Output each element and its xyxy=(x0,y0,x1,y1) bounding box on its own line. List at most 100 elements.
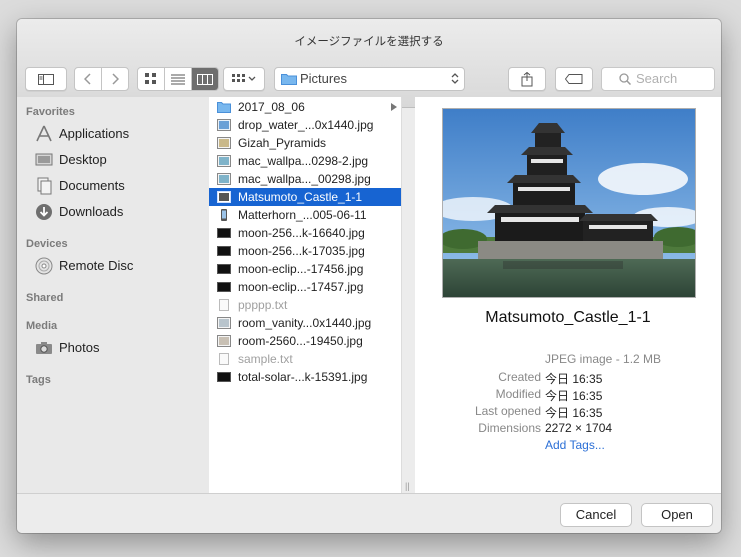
icon-view-icon xyxy=(145,73,156,84)
meta-last-opened: Last opened 今日 16:35 xyxy=(415,404,721,420)
list-item[interactable]: moon-256...k-17035.jpg xyxy=(209,242,401,260)
desktop-icon xyxy=(35,153,53,166)
list-view-button[interactable] xyxy=(165,68,192,90)
list-item[interactable]: 2017_08_06 xyxy=(209,98,401,116)
forward-icon xyxy=(112,73,119,85)
sidebar-item-label: Desktop xyxy=(59,152,107,167)
image-file-icon xyxy=(217,173,231,185)
sidebar-item-documents[interactable]: Documents xyxy=(17,175,209,197)
kind-value: JPEG image - 1.2 MB xyxy=(545,352,662,366)
file-name: moon-eclip...-17456.jpg xyxy=(238,262,364,276)
file-name: Matsumoto_Castle_1-1 xyxy=(238,190,363,204)
cancel-button[interactable]: Cancel xyxy=(560,503,632,527)
sidebar-item-downloads[interactable]: Downloads xyxy=(17,201,209,223)
list-item[interactable]: drop_water_...0x1440.jpg xyxy=(209,116,401,134)
search-icon xyxy=(619,73,631,85)
sidebar-item-label: Remote Disc xyxy=(59,258,134,273)
updown-chevron-icon xyxy=(451,73,459,84)
file-name: 2017_08_06 xyxy=(238,100,305,114)
window-title: イメージファイルを選択する xyxy=(294,36,444,48)
open-file-dialog: イメージファイルを選択する Pictures Search Favorites … xyxy=(17,19,721,533)
add-tags-link[interactable]: Add Tags... xyxy=(545,438,605,452)
camera-icon xyxy=(36,342,52,354)
list-item-selected[interactable]: Matsumoto_Castle_1-1 xyxy=(209,188,401,206)
list-item[interactable]: moon-eclip...-17456.jpg xyxy=(209,260,401,278)
image-file-icon xyxy=(217,191,231,203)
sidebar-item-label: Downloads xyxy=(59,204,124,219)
open-button[interactable]: Open xyxy=(641,503,713,527)
phone-file-icon xyxy=(221,209,227,221)
list-item[interactable]: moon-256...k-16640.jpg xyxy=(209,224,401,242)
list-item[interactable]: Gizah_Pyramids xyxy=(209,134,401,152)
column-view-button[interactable] xyxy=(192,68,218,90)
last-opened-label: Last opened xyxy=(474,404,541,418)
bottom-bar: Cancel Open xyxy=(17,493,721,533)
sidebar-item-label: Applications xyxy=(59,126,130,141)
file-name: moon-256...k-16640.jpg xyxy=(238,226,365,240)
list-item[interactable]: mac_wallpa...0298-2.jpg xyxy=(209,152,401,170)
file-name: room_vanity...0x1440.jpg xyxy=(238,316,372,330)
list-item[interactable]: sample.txt xyxy=(209,350,401,368)
tag-button[interactable] xyxy=(555,67,593,91)
meta-created: Created 今日 16:35 xyxy=(415,370,721,386)
shared-header: Shared xyxy=(26,292,64,304)
sidebar-item-photos[interactable]: Photos xyxy=(17,337,209,359)
dimensions-value: 2272 × 1704 xyxy=(545,421,613,435)
back-button[interactable] xyxy=(75,68,102,90)
search-field[interactable]: Search xyxy=(601,67,715,91)
sidebar-item-label: Photos xyxy=(59,340,100,355)
sidebar-item-remote-disc[interactable]: Remote Disc xyxy=(17,255,209,277)
file-column: 2017_08_06 drop_water_...0x1440.jpg Giza… xyxy=(209,97,402,493)
sidebar-item-desktop[interactable]: Desktop xyxy=(17,149,209,171)
back-forward-group xyxy=(74,67,129,91)
share-button[interactable] xyxy=(508,67,546,91)
tags-header: Tags xyxy=(26,374,51,386)
list-view-icon xyxy=(171,74,185,84)
file-name: Matterhorn_...005-06-11 xyxy=(238,208,367,222)
column-view-icon xyxy=(197,73,213,85)
meta-dimensions: Dimensions 2272 × 1704 xyxy=(415,421,721,437)
meta-kind: JPEG image - 1.2 MB xyxy=(415,352,721,368)
meta-modified: Modified 今日 16:35 xyxy=(415,387,721,403)
disc-icon xyxy=(35,257,53,275)
image-file-icon xyxy=(217,137,231,149)
sidebar: Favorites Applications Desktop Documents… xyxy=(17,97,210,493)
list-item[interactable]: mac_wallpa..._00298.jpg xyxy=(209,170,401,188)
documents-icon xyxy=(37,177,52,195)
created-value: 今日 16:35 xyxy=(545,372,603,386)
arrange-button[interactable] xyxy=(223,67,265,91)
list-item[interactable]: room_vanity...0x1440.jpg xyxy=(209,314,401,332)
location-popup[interactable]: Pictures xyxy=(274,67,465,91)
image-file-icon xyxy=(217,119,231,131)
view-mode-group xyxy=(137,67,219,91)
downloads-icon xyxy=(36,204,52,220)
image-file-icon xyxy=(217,282,231,292)
sidebar-toggle-button[interactable] xyxy=(25,67,67,91)
castle-photo xyxy=(443,109,695,297)
created-label: Created xyxy=(498,370,541,384)
arrange-icon xyxy=(232,74,256,82)
modified-value: 今日 16:35 xyxy=(545,389,603,403)
icon-view-button[interactable] xyxy=(138,68,165,90)
column-resize-handle[interactable]: || xyxy=(405,481,410,491)
preview-image xyxy=(442,108,696,298)
list-item[interactable]: room-2560...-19450.jpg xyxy=(209,332,401,350)
file-name: sample.txt xyxy=(238,352,293,366)
text-file-icon xyxy=(219,299,229,311)
dimensions-label: Dimensions xyxy=(478,421,541,435)
titlebar: イメージファイルを選択する Pictures Search xyxy=(17,19,721,108)
list-item[interactable]: Matterhorn_...005-06-11 xyxy=(209,206,401,224)
image-file-icon xyxy=(217,155,231,167)
sidebar-toggle-icon xyxy=(38,73,54,85)
last-opened-value: 今日 16:35 xyxy=(545,406,603,420)
list-item[interactable]: total-solar-...k-15391.jpg xyxy=(209,368,401,386)
back-icon xyxy=(84,73,91,85)
list-item[interactable]: moon-eclip...-17457.jpg xyxy=(209,278,401,296)
list-item[interactable]: ppppp.txt xyxy=(209,296,401,314)
image-file-icon xyxy=(217,372,231,382)
file-name: ppppp.txt xyxy=(238,298,288,312)
file-name: drop_water_...0x1440.jpg xyxy=(238,118,374,132)
sidebar-item-applications[interactable]: Applications xyxy=(17,123,209,145)
meta-tags: Add Tags... xyxy=(415,438,721,454)
forward-button[interactable] xyxy=(102,68,128,90)
